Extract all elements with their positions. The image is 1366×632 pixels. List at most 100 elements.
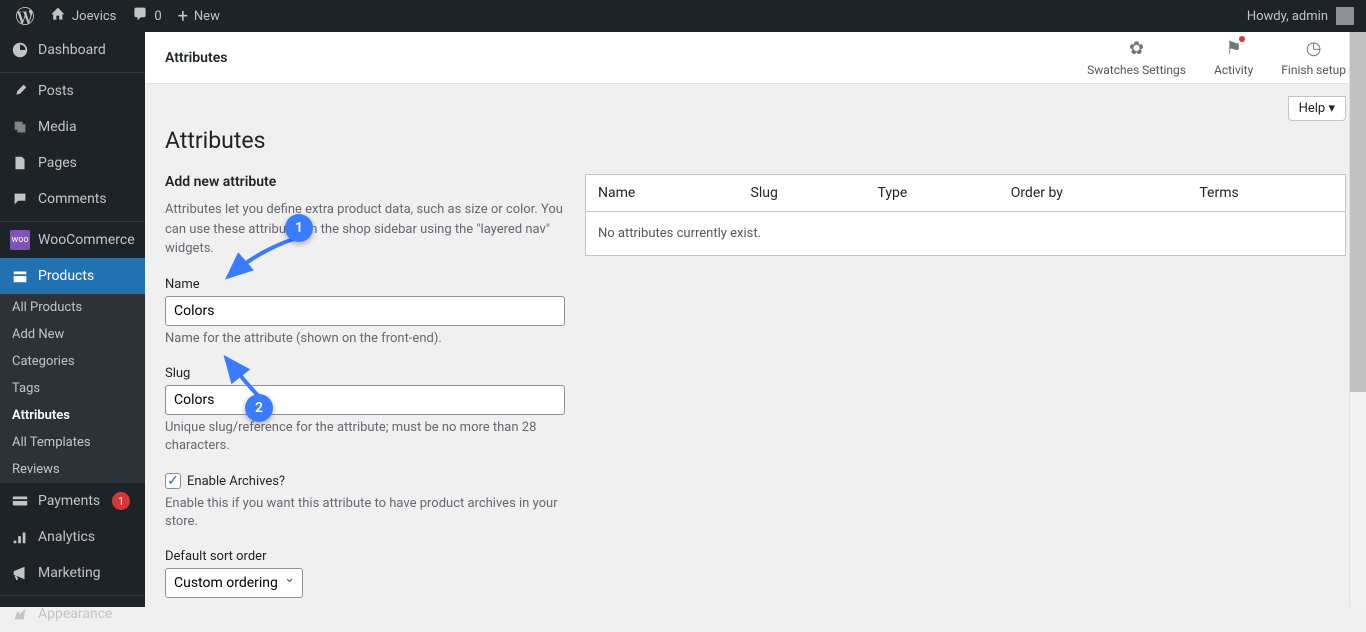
name-help: Name for the attribute (shown on the fro… xyxy=(165,330,565,348)
add-new-heading: Add new attribute xyxy=(165,174,565,190)
menu-posts[interactable]: Posts xyxy=(0,73,145,109)
name-label: Name xyxy=(165,277,565,292)
breadcrumb: Attributes xyxy=(165,50,227,66)
pages-icon xyxy=(10,153,30,173)
menu-comments[interactable]: Comments xyxy=(0,181,145,217)
enable-archives-label: Enable Archives? xyxy=(187,474,285,489)
comments-count: 0 xyxy=(154,9,161,24)
menu-marketing[interactable]: Marketing xyxy=(0,555,145,591)
menu-dashboard[interactable]: Dashboard xyxy=(0,32,145,68)
menu-label: Comments xyxy=(38,191,107,207)
scrollbar[interactable] xyxy=(1349,32,1366,607)
menu-media[interactable]: Media xyxy=(0,109,145,145)
wordpress-icon xyxy=(16,7,34,25)
menu-label: Payments xyxy=(38,493,100,509)
comments-link[interactable]: 0 xyxy=(124,0,169,32)
new-label: New xyxy=(194,9,220,24)
menu-appearance[interactable]: Appearance xyxy=(0,596,145,632)
help-label: Help xyxy=(1299,101,1326,116)
menu-label: Media xyxy=(38,119,77,135)
submenu-tags[interactable]: Tags xyxy=(0,375,145,402)
col-terms[interactable]: Terms xyxy=(1187,175,1345,212)
col-slug[interactable]: Slug xyxy=(739,175,866,212)
table-empty-row: No attributes currently exist. xyxy=(586,212,1346,256)
help-tab[interactable]: Help ▾ xyxy=(1288,96,1346,121)
menu-label: Marketing xyxy=(38,565,101,581)
menu-analytics[interactable]: Analytics xyxy=(0,519,145,555)
menu-label: WooCommerce xyxy=(38,232,135,248)
action-label: Swatches Settings xyxy=(1087,63,1186,77)
slug-help: Unique slug/reference for the attribute;… xyxy=(165,419,565,455)
submenu-all-products[interactable]: All Products xyxy=(0,294,145,321)
annotation-badge-2: 2 xyxy=(245,394,273,422)
clock-icon: ◷ xyxy=(1306,38,1322,59)
menu-label: Products xyxy=(38,268,94,284)
name-input[interactable] xyxy=(165,296,565,326)
slug-input[interactable] xyxy=(165,385,565,415)
scrollbar-thumb[interactable] xyxy=(1350,32,1366,392)
comment-icon xyxy=(132,6,148,26)
howdy-text[interactable]: Howdy, admin xyxy=(1247,9,1328,24)
menu-payments[interactable]: Payments 1 xyxy=(0,483,145,519)
new-link[interactable]: + New xyxy=(170,0,228,32)
empty-message: No attributes currently exist. xyxy=(586,212,1346,256)
sort-select[interactable]: Custom ordering xyxy=(165,568,303,598)
submenu-reviews[interactable]: Reviews xyxy=(0,456,145,483)
slug-label: Slug xyxy=(165,366,565,381)
comments-icon xyxy=(10,189,30,209)
pin-icon xyxy=(10,81,30,101)
submenu-attributes[interactable]: Attributes xyxy=(0,402,145,429)
add-attribute-form: Add new attribute Attributes let you def… xyxy=(165,174,565,607)
col-order[interactable]: Order by xyxy=(999,175,1188,212)
sort-label: Default sort order xyxy=(165,549,565,564)
activity-button[interactable]: ⚑ Activity xyxy=(1214,38,1253,77)
wp-logo[interactable] xyxy=(8,0,42,32)
media-icon xyxy=(10,117,30,137)
plus-icon: + xyxy=(178,6,188,27)
payments-badge: 1 xyxy=(112,492,130,510)
notification-dot xyxy=(1239,36,1245,42)
col-name[interactable]: Name xyxy=(586,175,739,212)
appearance-icon xyxy=(10,604,30,624)
menu-pages[interactable]: Pages xyxy=(0,145,145,181)
action-label: Activity xyxy=(1214,63,1253,77)
admin-bar: Joevics 0 + New Howdy, admin xyxy=(0,0,1366,32)
table-header-row: Name Slug Type Order by Terms xyxy=(586,175,1346,212)
menu-products[interactable]: Products xyxy=(0,258,145,294)
site-link[interactable]: Joevics xyxy=(42,0,124,32)
menu-label: Dashboard xyxy=(38,42,106,58)
menu-label: Analytics xyxy=(38,529,95,545)
admin-sidebar: Dashboard Posts Media Pages Comments woo… xyxy=(0,0,145,607)
action-label: Finish setup xyxy=(1281,63,1346,77)
submenu-add-new[interactable]: Add New xyxy=(0,321,145,348)
submenu-all-templates[interactable]: All Templates xyxy=(0,429,145,456)
menu-label: Appearance xyxy=(38,606,112,622)
archives-help: Enable this if you want this attribute t… xyxy=(165,495,565,531)
annotation-badge-1: 1 xyxy=(285,214,313,242)
dashboard-icon xyxy=(10,40,30,60)
attributes-table: Name Slug Type Order by Terms No attribu… xyxy=(585,174,1346,256)
menu-label: Pages xyxy=(38,155,77,171)
main-content: Attributes ✿ Swatches Settings ⚑ Activit… xyxy=(145,0,1366,607)
submenu-categories[interactable]: Categories xyxy=(0,348,145,375)
avatar[interactable] xyxy=(1336,7,1354,25)
site-name: Joevics xyxy=(72,9,116,24)
menu-woocommerce[interactable]: woo WooCommerce xyxy=(0,222,145,258)
analytics-icon xyxy=(10,527,30,547)
products-icon xyxy=(10,266,30,286)
page-header: Attributes ✿ Swatches Settings ⚑ Activit… xyxy=(145,32,1366,84)
swatches-settings-button[interactable]: ✿ Swatches Settings xyxy=(1087,38,1186,77)
gear-icon: ✿ xyxy=(1129,38,1144,59)
chevron-down-icon: ▾ xyxy=(1328,101,1335,116)
products-submenu: All Products Add New Categories Tags Att… xyxy=(0,294,145,483)
payments-icon xyxy=(10,491,30,511)
home-icon xyxy=(50,6,66,26)
marketing-icon xyxy=(10,563,30,583)
woo-icon: woo xyxy=(10,230,30,250)
intro-text: Attributes let you define extra product … xyxy=(165,200,565,259)
finish-setup-button[interactable]: ◷ Finish setup xyxy=(1281,38,1346,77)
col-type[interactable]: Type xyxy=(866,175,999,212)
menu-label: Posts xyxy=(38,83,74,99)
enable-archives-checkbox[interactable]: ✓ xyxy=(165,473,181,489)
page-title: Attributes xyxy=(165,127,1346,154)
